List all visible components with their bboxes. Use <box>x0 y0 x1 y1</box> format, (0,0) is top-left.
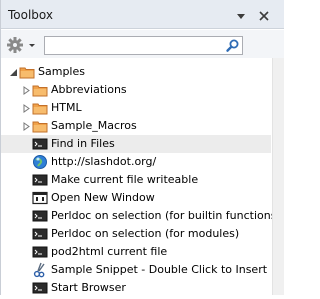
folder-icon <box>32 100 48 116</box>
tree-item-perldoc-modules[interactable]: Perldoc on selection (for modules) <box>1 225 271 243</box>
command-icon <box>32 136 48 152</box>
chevron-down-icon[interactable] <box>234 9 248 23</box>
vertical-scrollbar[interactable] <box>272 58 284 295</box>
search-field[interactable] <box>44 36 243 55</box>
tree-item-perldoc-builtin[interactable]: Perldoc on selection (for builtin functi… <box>1 207 281 225</box>
tree-item-make-writeable[interactable]: Make current file writeable <box>1 171 271 189</box>
tree-item-label: Abbreviations <box>51 83 127 96</box>
tree-item-label: pod2html current file <box>51 245 168 258</box>
tree-item-abbreviations[interactable]: Abbreviations <box>1 81 271 99</box>
panel-title: Toolbox <box>8 8 53 22</box>
panel-title-bar: Toolbox <box>1 0 284 29</box>
tree-item-find-in-files[interactable]: Find in Files <box>1 135 271 153</box>
tree-item-sample-macros[interactable]: Sample_Macros <box>1 117 271 135</box>
search-icon[interactable] <box>225 38 241 54</box>
tree-item-slashdot-url[interactable]: http://slashdot.org/ <box>1 153 271 171</box>
window-icon <box>32 190 48 206</box>
tree-item-label: Start Browser <box>51 281 126 294</box>
tree-item-label: Sample_Macros <box>51 119 137 132</box>
gear-icon[interactable] <box>6 36 40 54</box>
tree-item-label: Perldoc on selection (for builtin functi… <box>51 209 281 222</box>
search-input[interactable] <box>47 38 217 52</box>
tree-item-label: Samples <box>38 65 85 78</box>
folder-icon <box>32 118 48 134</box>
tree-item-open-new-window[interactable]: Open New Window <box>1 189 271 207</box>
tree-item-sample-snippet[interactable]: Sample Snippet - Double Click to Insert <box>1 261 271 279</box>
expand-arrow-icon[interactable] <box>22 121 31 131</box>
collapse-arrow-icon[interactable] <box>9 67 18 76</box>
globe-icon <box>32 154 48 170</box>
expand-arrow-icon[interactable] <box>22 85 31 95</box>
tree-item-label: Perldoc on selection (for modules) <box>51 227 240 240</box>
tree-item-label: HTML <box>51 101 82 114</box>
tree-item-label: Open New Window <box>51 191 155 204</box>
close-icon[interactable] <box>256 8 272 24</box>
tree-item-pod2html[interactable]: pod2html current file <box>1 243 271 261</box>
folder-icon <box>19 64 35 80</box>
tree-item-label: http://slashdot.org/ <box>51 155 157 168</box>
command-icon <box>32 172 48 188</box>
command-icon <box>32 208 48 224</box>
tree-item-label: Sample Snippet - Double Click to Insert <box>51 263 268 276</box>
toolbox-panel: Toolbox Samples Abbreviations HTML Sampl… <box>0 0 284 297</box>
command-icon <box>32 226 48 242</box>
scissors-icon <box>32 262 48 278</box>
tree-item-samples[interactable]: Samples <box>1 63 271 81</box>
tree-item-start-browser[interactable]: Start Browser <box>1 279 271 297</box>
command-icon <box>32 280 48 296</box>
toolbox-tree: Samples Abbreviations HTML Sample_Macros… <box>1 60 281 297</box>
tree-item-html[interactable]: HTML <box>1 99 271 117</box>
tree-item-label: Find in Files <box>51 137 115 150</box>
tree-item-label: Make current file writeable <box>51 173 199 186</box>
expand-arrow-icon[interactable] <box>22 103 31 113</box>
command-icon <box>32 244 48 260</box>
toolbox-toolbar <box>1 30 284 58</box>
folder-icon <box>32 82 48 98</box>
